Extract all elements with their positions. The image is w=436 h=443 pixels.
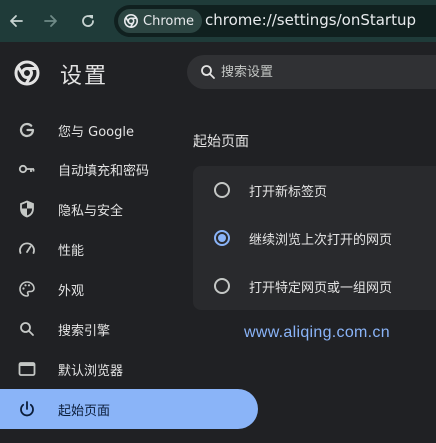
site-chip[interactable]: Chrome [118,9,202,33]
radio-label: 打开特定网页或一组网页 [249,281,393,296]
search-icon [201,65,215,79]
chrome-logo-icon [124,14,138,28]
page-title: 设置 [60,64,109,89]
sidebar-item-on-startup[interactable]: 起始页面 [0,389,258,429]
radio-button-checked[interactable] [214,230,230,246]
reload-button[interactable] [75,8,101,34]
browser-window-icon [18,362,36,376]
startup-options-card: 打开新标签页 继续浏览上次打开的网页 打开特定网页或一组网页 [193,166,436,310]
radio-label: 打开新标签页 [249,185,328,200]
startup-option-new-tab[interactable]: 打开新标签页 [193,166,436,214]
radio-label: 继续浏览上次打开的网页 [249,233,393,248]
section-title: 起始页面 [193,134,249,150]
radio-button[interactable] [214,278,230,294]
reload-icon [82,15,94,27]
search-input[interactable] [221,55,436,89]
arrow-left-icon [10,15,23,27]
back-button[interactable] [3,8,29,34]
sidebar-item-default-browser[interactable]: 默认浏览器 [0,349,258,389]
sidebar-item-label: 性能 [58,244,85,259]
address-bar[interactable]: Chrome chrome://settings/onStartup [114,5,436,37]
palette-icon [19,281,35,297]
sidebar-item-label: 自动填充和密码 [58,164,150,179]
search-box[interactable] [187,55,436,89]
arrow-right-icon [44,15,57,27]
sidebar-item-label: 外观 [58,284,85,299]
power-icon [20,401,34,417]
watermark-text: www.aliqing.com.cn [244,324,390,341]
sidebar-item-label: 隐私与安全 [58,204,124,219]
startup-option-continue[interactable]: 继续浏览上次打开的网页 [193,214,436,262]
sidebar-item-search-engine[interactable]: 搜索引擎 [0,309,258,349]
forward-button[interactable] [38,8,64,34]
sidebar-item-label: 搜索引擎 [58,324,111,339]
chrome-logo-icon [14,60,40,86]
shield-icon [20,200,34,218]
sidebar-item-label: 起始页面 [58,404,111,419]
search-icon [20,322,34,336]
key-icon [18,164,35,174]
settings-window: Chrome chrome://settings/onStartup 设置 您与… [0,0,436,443]
startup-option-specific-pages[interactable]: 打开特定网页或一组网页 [193,262,436,310]
sidebar-item-label: 默认浏览器 [58,364,124,379]
sidebar-item-label: 您与 Google [58,125,134,140]
url-text[interactable]: chrome://settings/onStartup [205,11,416,29]
browser-toolbar: Chrome chrome://settings/onStartup [0,0,436,42]
speedometer-icon [19,242,35,254]
radio-button[interactable] [214,182,230,198]
google-icon [19,122,35,138]
site-chip-label: Chrome [143,13,194,29]
